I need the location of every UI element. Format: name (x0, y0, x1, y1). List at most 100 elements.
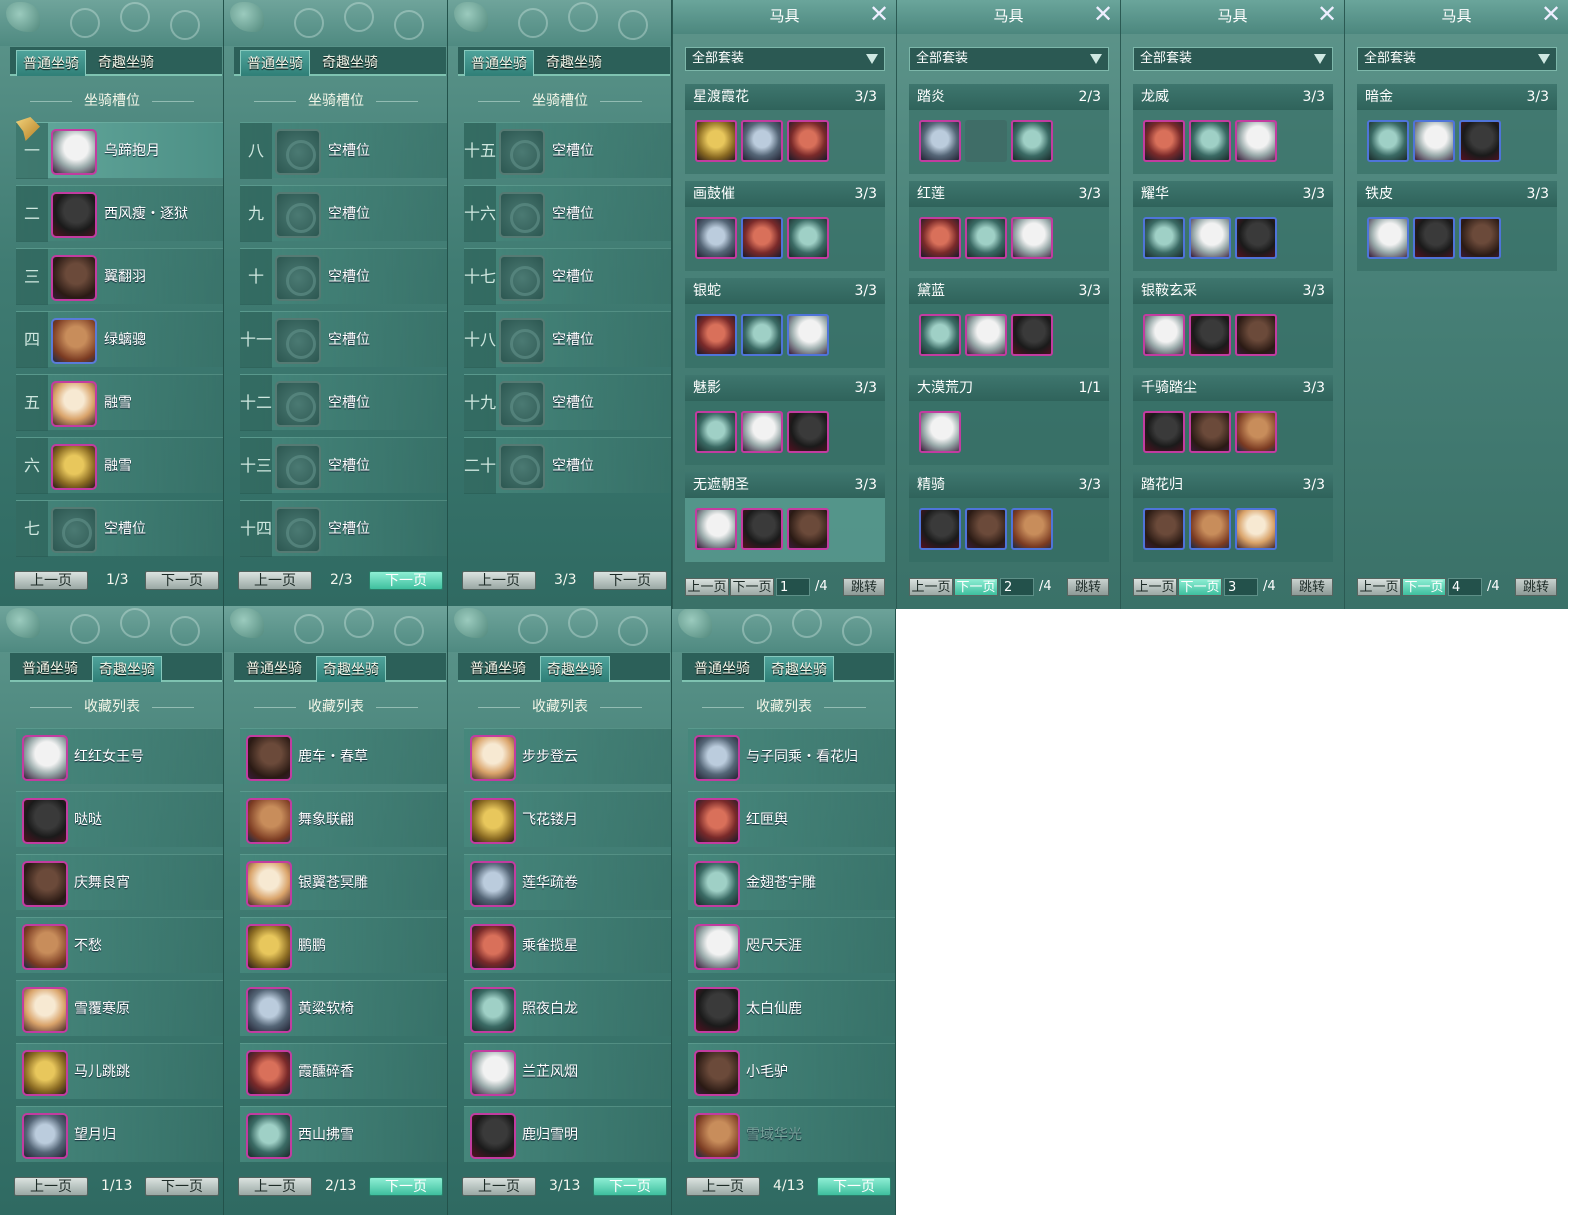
tab-normal-mounts[interactable]: 普通坐骑 (464, 656, 532, 682)
gear-item-icon[interactable] (1011, 508, 1053, 550)
gear-set[interactable]: 画鼓催 3/3 (685, 181, 885, 271)
gear-item-icon[interactable] (787, 411, 829, 453)
gear-item-icon[interactable] (695, 217, 737, 259)
gear-item-icon[interactable] (1011, 217, 1053, 259)
jump-button[interactable]: 跳转 (1291, 578, 1333, 596)
gear-item-icon[interactable] (1235, 508, 1277, 550)
collection-row[interactable]: 照夜白龙 (464, 980, 671, 1036)
gear-item-icon[interactable] (965, 508, 1007, 550)
collection-row[interactable]: 红红女王号 (16, 728, 223, 784)
next-page-button[interactable]: 下一页 (145, 1177, 219, 1196)
collection-row[interactable]: 鹿车・春草 (240, 728, 447, 784)
gear-item-icon[interactable] (1189, 411, 1231, 453)
page-number-input[interactable]: 4 (1448, 578, 1482, 596)
collection-row[interactable]: 乘雀揽星 (464, 917, 671, 973)
collection-row[interactable]: 与子同乘・看花归 (688, 728, 895, 784)
tab-normal-mounts[interactable]: 普通坐骑 (240, 656, 308, 682)
mount-slot-row[interactable]: 十八 空槽位 (464, 311, 671, 368)
next-page-button[interactable]: 下一页 (954, 578, 998, 596)
gear-item-icon[interactable] (741, 217, 783, 259)
collection-row[interactable]: 望月归 (16, 1106, 223, 1162)
collection-row[interactable]: 步步登云 (464, 728, 671, 784)
jump-button[interactable]: 跳转 (843, 578, 885, 596)
gear-set[interactable]: 暗金 3/3 (1357, 84, 1557, 174)
gear-item-icon[interactable] (1459, 217, 1501, 259)
collection-row[interactable]: 鹏鹏 (240, 917, 447, 973)
collection-row[interactable]: 哒哒 (16, 791, 223, 847)
close-icon[interactable]: ✕ (1092, 2, 1114, 26)
mount-slot-row[interactable]: 四 绿螭骢 (16, 311, 223, 368)
prev-page-button[interactable]: 上一页 (462, 571, 536, 590)
mount-slot-row[interactable]: 二 西风瘦・逐狱 (16, 185, 223, 242)
gear-set[interactable]: 踏花归 3/3 (1133, 472, 1333, 562)
gear-item-icon[interactable] (741, 411, 783, 453)
collection-row[interactable]: 不愁 (16, 917, 223, 973)
mount-slot-row[interactable]: 十四 空槽位 (240, 500, 447, 557)
gear-item-icon[interactable] (695, 411, 737, 453)
mount-slot-row[interactable]: 六 融雪 (16, 437, 223, 494)
mount-slot-row[interactable]: 十 空槽位 (240, 248, 447, 305)
tab-fun-mounts[interactable]: 奇趣坐骑 (540, 50, 608, 76)
prev-page-button[interactable]: 上一页 (14, 571, 88, 590)
collection-row[interactable]: 太白仙鹿 (688, 980, 895, 1036)
prev-page-button[interactable]: 上一页 (686, 1177, 760, 1196)
gear-set[interactable]: 踏炎 2/3 (909, 84, 1109, 174)
prev-page-button[interactable]: 上一页 (1133, 578, 1177, 596)
collection-row[interactable]: 金翅苍宇雕 (688, 854, 895, 910)
gear-item-icon[interactable] (1143, 508, 1185, 550)
gear-set[interactable]: 无遮朝圣 3/3 (685, 472, 885, 562)
tab-normal-mounts[interactable]: 普通坐骑 (464, 50, 534, 76)
gear-set[interactable]: 千骑踏尘 3/3 (1133, 375, 1333, 465)
mount-slot-row[interactable]: 八 空槽位 (240, 122, 447, 179)
tab-fun-mounts[interactable]: 奇趣坐骑 (316, 50, 384, 76)
gear-item-icon[interactable] (787, 217, 829, 259)
gear-item-icon[interactable] (1459, 120, 1501, 162)
prev-page-button[interactable]: 上一页 (14, 1177, 88, 1196)
tab-normal-mounts[interactable]: 普通坐骑 (16, 50, 86, 76)
collection-row[interactable]: 红匣舆 (688, 791, 895, 847)
collection-row[interactable]: 黄粱软椅 (240, 980, 447, 1036)
gear-set[interactable]: 银蛇 3/3 (685, 278, 885, 368)
mount-slot-row[interactable]: 十九 空槽位 (464, 374, 671, 431)
gear-item-icon[interactable] (695, 120, 737, 162)
prev-page-button[interactable]: 上一页 (1357, 578, 1401, 596)
next-page-button[interactable]: 下一页 (369, 1177, 443, 1196)
jump-button[interactable]: 跳转 (1515, 578, 1557, 596)
page-number-input[interactable]: 3 (1224, 578, 1258, 596)
mount-slot-row[interactable]: 七 空槽位 (16, 500, 223, 557)
mount-slot-row[interactable]: 五 融雪 (16, 374, 223, 431)
gear-item-icon[interactable] (1367, 217, 1409, 259)
gear-set[interactable]: 黛蓝 3/3 (909, 278, 1109, 368)
tab-fun-mounts[interactable]: 奇趣坐骑 (92, 50, 160, 76)
mount-slot-row[interactable]: 一乌蹄抱月 (16, 122, 223, 179)
gear-set[interactable]: 红莲 3/3 (909, 181, 1109, 271)
gear-item-icon[interactable] (1011, 314, 1053, 356)
next-page-button[interactable]: 下一页 (817, 1177, 891, 1196)
gear-item-icon[interactable] (741, 314, 783, 356)
gear-item-icon[interactable] (787, 314, 829, 356)
next-page-button[interactable]: 下一页 (1402, 578, 1446, 596)
tab-normal-mounts[interactable]: 普通坐骑 (688, 656, 756, 682)
page-number-input[interactable]: 1 (776, 578, 810, 596)
mount-slot-row[interactable]: 九 空槽位 (240, 185, 447, 242)
gear-item-icon[interactable] (919, 217, 961, 259)
gear-item-icon[interactable] (1189, 120, 1231, 162)
gear-item-icon[interactable] (1367, 120, 1409, 162)
close-icon[interactable]: ✕ (1316, 2, 1338, 26)
gear-item-icon[interactable] (787, 120, 829, 162)
gear-set[interactable]: 魅影 3/3 (685, 375, 885, 465)
mount-slot-row[interactable]: 十六 空槽位 (464, 185, 671, 242)
collection-row[interactable]: 小毛驴 (688, 1043, 895, 1099)
next-page-button[interactable]: 下一页 (730, 578, 774, 596)
next-page-button[interactable]: 下一页 (593, 1177, 667, 1196)
gear-set[interactable]: 精骑 3/3 (909, 472, 1109, 562)
collection-row[interactable]: 雪覆寒原 (16, 980, 223, 1036)
gear-item-icon[interactable] (695, 314, 737, 356)
gear-item-icon[interactable] (919, 314, 961, 356)
mount-slot-row[interactable]: 十二 空槽位 (240, 374, 447, 431)
gear-item-icon[interactable] (1189, 217, 1231, 259)
gear-item-icon[interactable] (1143, 314, 1185, 356)
collection-row[interactable]: 雪域华光 (688, 1106, 895, 1162)
set-filter-dropdown[interactable]: 全部套装 (1357, 47, 1557, 71)
next-page-button[interactable]: 下一页 (145, 571, 219, 590)
